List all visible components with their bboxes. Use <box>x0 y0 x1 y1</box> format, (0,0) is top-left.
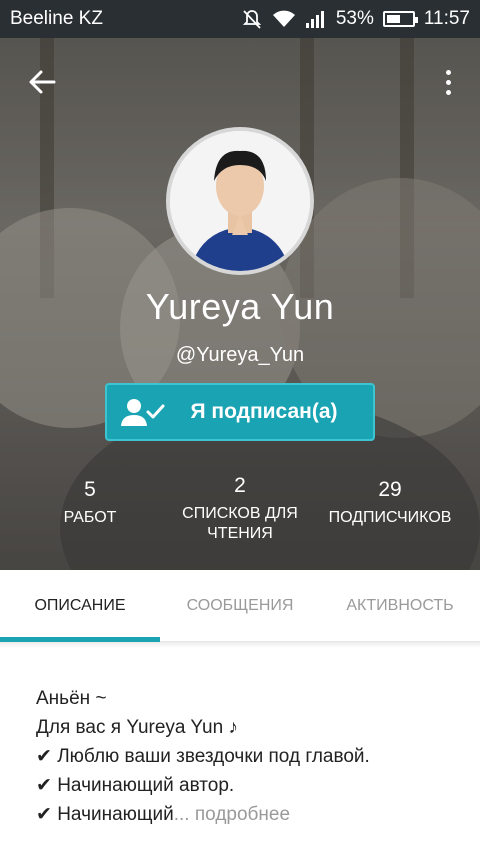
carrier-name: Beeline KZ <box>10 8 103 29</box>
description-line-truncated: ✔ Начинающий... подробнее <box>36 800 456 829</box>
tab-divider-shadow <box>0 642 480 648</box>
battery-percent: 53% <box>335 8 374 29</box>
stat-works-value: 5 <box>84 478 96 501</box>
more-vert-icon-dot <box>445 69 451 75</box>
stat-reading-lists-label: СПИСКОВ ДЛЯ ЧТЕНИЯ <box>182 505 298 542</box>
description-line-text: ✔ Начинающий <box>36 804 174 825</box>
battery-icon <box>382 11 418 27</box>
stat-followers-value: 29 <box>378 478 402 501</box>
battery-level <box>386 15 400 23</box>
person-check-icon <box>113 397 173 427</box>
username: @Yureya_Yun <box>175 344 305 366</box>
tab-messages[interactable]: СООБЩЕНИЯ <box>160 570 320 642</box>
description-line: Для вас я Yureya Yun ♪ <box>36 717 238 738</box>
description-line: Аньён ~ <box>36 688 107 709</box>
arrow-left-icon <box>29 70 56 94</box>
stat-followers[interactable]: 29 ПОДПИСЧИКОВ <box>318 478 462 528</box>
avatar-photo <box>170 131 310 271</box>
profile-tabs: ОПИСАНИЕ СООБЩЕНИЯ АКТИВНОСТЬ <box>0 570 480 642</box>
avatar[interactable] <box>166 127 314 275</box>
description-ellipsis: ... <box>173 804 190 825</box>
stat-followers-label: ПОДПИСЧИКОВ <box>328 509 452 526</box>
stat-reading-lists[interactable]: 2 СПИСКОВ ДЛЯ ЧТЕНИЯ <box>170 474 310 544</box>
following-button-label: Я подписан(а) <box>190 400 338 423</box>
description-line: ✔ Люблю ваши звездочки под главой. <box>36 746 370 767</box>
more-options-button[interactable] <box>438 64 458 100</box>
profile-description: Аньён ~ Для вас я Yureya Yun ♪ ✔ Люблю в… <box>36 684 456 829</box>
tab-activity[interactable]: АКТИВНОСТЬ <box>320 570 480 642</box>
status-icons: 53% 11:57 <box>241 8 470 30</box>
stat-works[interactable]: 5 РАБОТ <box>40 478 140 528</box>
back-button[interactable] <box>24 64 60 100</box>
stat-works-label: РАБОТ <box>63 509 117 526</box>
clock: 11:57 <box>423 8 470 29</box>
signal-icon <box>305 9 327 29</box>
following-button[interactable]: Я подписан(а) <box>105 383 375 441</box>
wifi-icon <box>272 9 296 29</box>
display-name: Yureya Yun <box>145 286 335 327</box>
more-vert-icon-dot <box>445 79 451 85</box>
mute-icon <box>241 8 263 30</box>
stat-reading-lists-value: 2 <box>234 474 246 497</box>
profile-header: Yureya Yun @Yureya_Yun Я подписан(а) 5 Р… <box>0 38 480 570</box>
tab-description[interactable]: ОПИСАНИЕ <box>0 570 160 642</box>
profile-stats: 5 РАБОТ 2 СПИСКОВ ДЛЯ ЧТЕНИЯ 29 ПОДПИСЧИ… <box>0 474 480 558</box>
more-vert-icon-dot <box>445 89 451 95</box>
description-line: ✔ Начинающий автор. <box>36 775 235 796</box>
read-more-link[interactable]: подробнее <box>195 804 290 825</box>
status-bar: Beeline KZ 53% 11:57 <box>0 0 480 38</box>
